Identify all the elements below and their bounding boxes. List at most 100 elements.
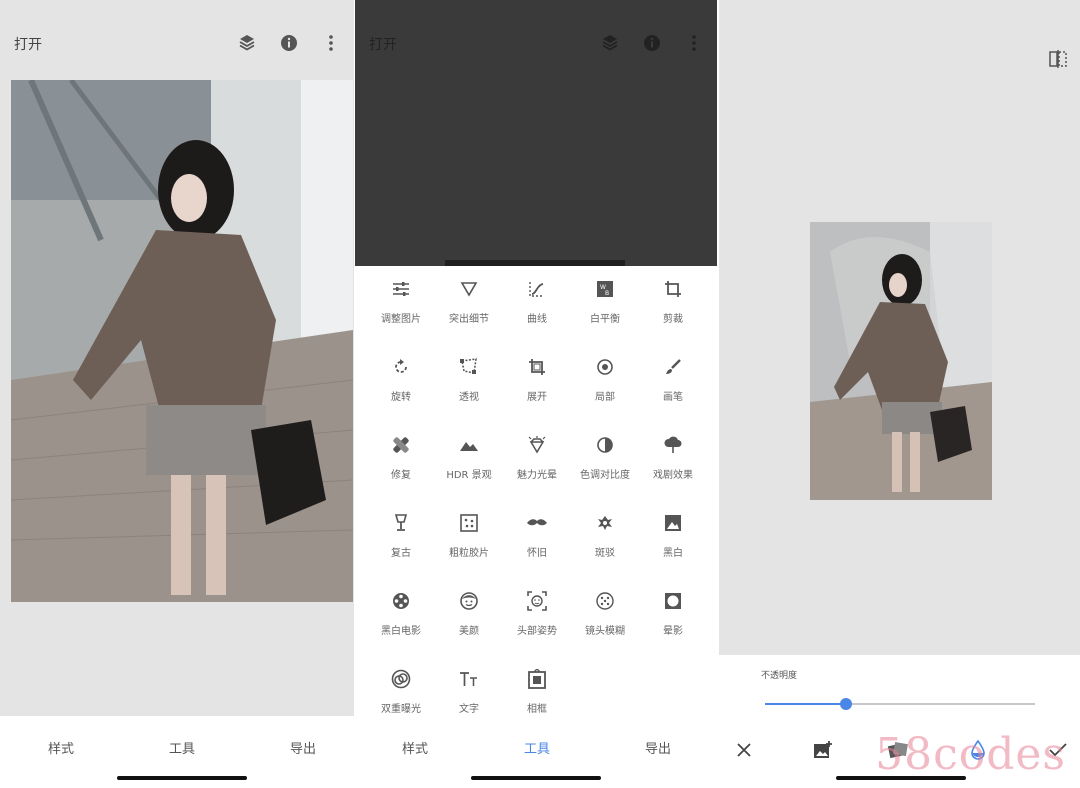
vignette-icon xyxy=(660,588,686,614)
tool-double-exposure[interactable]: 双重曝光 xyxy=(367,660,435,724)
top-bar: 打开 xyxy=(0,0,354,80)
screen-double-exposure: 不透明度 58codes xyxy=(719,0,1080,788)
text-icon xyxy=(456,666,482,692)
tool-label: 局部 xyxy=(595,392,615,403)
expand-icon xyxy=(524,354,550,380)
tool-healing[interactable]: 修复 xyxy=(367,426,435,490)
tool-selective[interactable]: 局部 xyxy=(571,348,639,412)
layers-icon[interactable] xyxy=(236,32,258,54)
tools-grid: 调整图片 突出细节 曲线 W B 白平衡 剪裁 旋转 透视 展开 局部 画笔 修复 HDR 景观 魅力光晕 色… xyxy=(367,270,707,724)
compare-icon[interactable] xyxy=(1048,50,1068,68)
tool-label: 调整图片 xyxy=(381,314,421,325)
tool-frame[interactable]: 相框 xyxy=(503,660,571,724)
tool-face-frame[interactable]: 头部姿势 xyxy=(503,582,571,646)
tool-drama-cloud[interactable]: 戏剧效果 xyxy=(639,426,707,490)
watermark: 58codes xyxy=(875,729,1066,780)
drama-cloud-icon xyxy=(660,432,686,458)
crop-icon xyxy=(660,276,686,302)
tool-film-reel[interactable]: 黑白电影 xyxy=(367,582,435,646)
svg-text:B: B xyxy=(605,290,609,297)
bottom-nav: 样式 工具 导出 xyxy=(355,716,717,788)
tool-tune[interactable]: 调整图片 xyxy=(367,270,435,334)
mustache-icon xyxy=(524,510,550,536)
tool-label: 剪裁 xyxy=(663,314,683,325)
top-actions xyxy=(599,32,705,54)
screen-tools: 打开 调整图片 突出细节 曲线 W B 白平衡 剪裁 旋转 透视 展开 局部 画笔 修复 HDR 景观 魅力… xyxy=(355,0,717,788)
perspective-icon xyxy=(456,354,482,380)
tool-face[interactable]: 美颜 xyxy=(435,582,503,646)
tool-triangle[interactable]: 突出细节 xyxy=(435,270,503,334)
opacity-slider-thumb[interactable] xyxy=(840,698,852,710)
tool-grunge[interactable]: 斑驳 xyxy=(571,504,639,568)
bw-icon xyxy=(660,510,686,536)
rotate-icon xyxy=(388,354,414,380)
tab-styles[interactable]: 样式 xyxy=(48,738,74,757)
tab-tools[interactable]: 工具 xyxy=(524,738,550,757)
tool-lamp[interactable]: 复古 xyxy=(367,504,435,568)
tool-label: 头部姿势 xyxy=(517,626,557,637)
tool-label: 展开 xyxy=(527,392,547,403)
tool-label: 透视 xyxy=(459,392,479,403)
tab-export[interactable]: 导出 xyxy=(645,738,671,757)
tool-lens-blur[interactable]: 镜头模糊 xyxy=(571,582,639,646)
tool-label: 晕影 xyxy=(663,626,683,637)
tab-styles[interactable]: 样式 xyxy=(402,738,428,757)
opacity-slider[interactable] xyxy=(765,698,1035,710)
tool-rotate[interactable]: 旋转 xyxy=(367,348,435,412)
tool-tonal-contrast[interactable]: 色调对比度 xyxy=(571,426,639,490)
info-icon[interactable] xyxy=(278,32,300,54)
tool-label: 文字 xyxy=(459,704,479,715)
tool-label: HDR 景观 xyxy=(446,470,492,481)
brush-icon xyxy=(660,354,686,380)
top-bar: 打开 xyxy=(355,0,717,80)
tool-bw[interactable]: 黑白 xyxy=(639,504,707,568)
curves-icon xyxy=(524,276,550,302)
panel-divider xyxy=(717,0,718,788)
tool-label: 戏剧效果 xyxy=(653,470,693,481)
tool-preview-dimmed: 打开 xyxy=(355,0,717,266)
tab-tools[interactable]: 工具 xyxy=(169,738,195,757)
lens-blur-icon xyxy=(592,588,618,614)
tune-icon xyxy=(388,276,414,302)
tool-label: 突出细节 xyxy=(449,314,489,325)
open-button[interactable]: 打开 xyxy=(14,34,42,54)
tool-crop[interactable]: 剪裁 xyxy=(639,270,707,334)
tool-label: 白平衡 xyxy=(590,314,620,325)
tool-label: 怀旧 xyxy=(527,548,547,559)
screen-photo-view: 打开 样式 工具 导出 xyxy=(0,0,354,788)
healing-icon xyxy=(388,432,414,458)
home-indicator xyxy=(117,776,247,780)
tool-label: 双重曝光 xyxy=(381,704,421,715)
tonal-contrast-icon xyxy=(592,432,618,458)
open-button[interactable]: 打开 xyxy=(369,34,397,54)
more-menu-icon[interactable] xyxy=(683,32,705,54)
tool-curves[interactable]: 曲线 xyxy=(503,270,571,334)
tool-label: 斑驳 xyxy=(595,548,615,559)
double-exposure-preview xyxy=(810,222,992,500)
tool-mountain[interactable]: HDR 景观 xyxy=(435,426,503,490)
tab-export[interactable]: 导出 xyxy=(290,738,316,757)
tool-grain[interactable]: 粗粒胶片 xyxy=(435,504,503,568)
tool-white-balance[interactable]: W B 白平衡 xyxy=(571,270,639,334)
close-icon[interactable] xyxy=(731,737,757,763)
tool-mustache[interactable]: 怀旧 xyxy=(503,504,571,568)
layers-icon[interactable] xyxy=(599,32,621,54)
tool-text[interactable]: 文字 xyxy=(435,660,503,724)
tool-label: 修复 xyxy=(391,470,411,481)
triangle-icon xyxy=(456,276,482,302)
tool-label: 美颜 xyxy=(459,626,479,637)
tool-label: 魅力光晕 xyxy=(517,470,557,481)
film-reel-icon xyxy=(388,588,414,614)
face-icon xyxy=(456,588,482,614)
more-menu-icon[interactable] xyxy=(320,32,342,54)
home-indicator xyxy=(471,776,601,780)
tool-expand[interactable]: 展开 xyxy=(503,348,571,412)
tool-vignette[interactable]: 晕影 xyxy=(639,582,707,646)
tool-brush[interactable]: 画笔 xyxy=(639,348,707,412)
tool-perspective[interactable]: 透视 xyxy=(435,348,503,412)
info-icon[interactable] xyxy=(641,32,663,54)
tool-label: 旋转 xyxy=(391,392,411,403)
add-image-icon[interactable] xyxy=(810,737,836,763)
tool-diamond[interactable]: 魅力光晕 xyxy=(503,426,571,490)
opacity-label: 不透明度 xyxy=(761,671,798,681)
